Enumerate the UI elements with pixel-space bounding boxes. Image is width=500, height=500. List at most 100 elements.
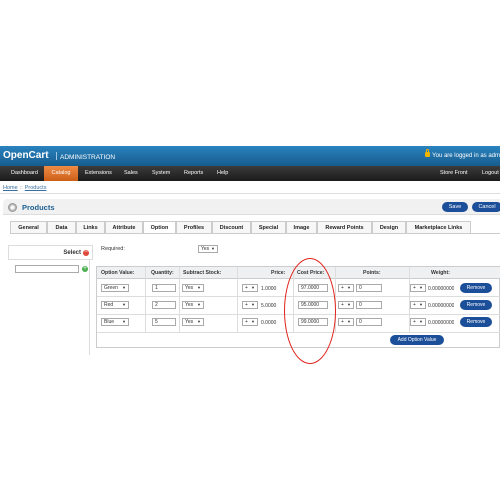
tab-attribute[interactable]: Attribute [105, 221, 143, 233]
subtract-select[interactable]: Yes ▼ [182, 284, 204, 292]
points-prefix-select[interactable]: + ▼ [338, 301, 354, 309]
breadcrumb: Home:: Products [3, 185, 47, 191]
option-value-text: Green [104, 285, 118, 291]
tab-reward-points[interactable]: Reward Points [317, 221, 372, 233]
chevron-down-icon: ▼ [347, 319, 351, 324]
page-heading: Products Save Cancel [3, 199, 500, 215]
option-search-input[interactable] [15, 265, 79, 273]
main-menu: Dashboard Catalog Extensions Sales Syste… [0, 166, 500, 181]
required-select-value: Yes [201, 246, 210, 252]
weight-prefix-value: + [413, 319, 416, 325]
option-value-select[interactable]: Blue ▼ [101, 318, 129, 326]
weight-prefix-value: + [413, 285, 416, 291]
page-title: Products [22, 203, 55, 212]
subtract-select[interactable]: Yes ▼ [182, 318, 204, 326]
remove-button[interactable]: Remove [460, 300, 492, 310]
chevron-down-icon: ▼ [251, 302, 255, 307]
weight-prefix-select[interactable]: + ▼ [410, 284, 426, 292]
tab-profiles[interactable]: Profiles [176, 221, 212, 233]
option-value-select[interactable]: Red ▼ [101, 301, 129, 309]
weight-prefix-value: + [413, 302, 416, 308]
tab-data[interactable]: Data [47, 221, 76, 233]
price-prefix-select[interactable]: + ▼ [242, 301, 258, 309]
price-prefix-select[interactable]: + ▼ [242, 318, 258, 326]
col-divider [145, 267, 146, 333]
menu-system[interactable]: System [148, 166, 174, 181]
remove-button[interactable]: Remove [460, 283, 492, 293]
admin-subtitle-text: ADMINISTRATION [60, 154, 116, 161]
points-input[interactable]: 0 [356, 318, 382, 326]
menu-sales[interactable]: Sales [120, 166, 142, 181]
price-prefix-value: + [245, 302, 248, 308]
points-prefix-value: + [341, 302, 344, 308]
menu-extensions[interactable]: Extensions [81, 166, 116, 181]
tab-links[interactable]: Links [76, 221, 105, 233]
quantity-input[interactable]: 1 [152, 284, 176, 292]
subtract-value: Yes [185, 319, 194, 325]
option-value-select[interactable]: Green ▼ [101, 284, 129, 292]
option-select-row[interactable]: Select − [8, 245, 93, 260]
points-prefix-select[interactable]: + ▼ [338, 284, 354, 292]
add-option-icon[interactable]: + [82, 266, 88, 272]
chevron-down-icon: ▼ [211, 246, 215, 251]
quantity-input[interactable]: 5 [152, 318, 176, 326]
price-prefix-value: + [245, 319, 248, 325]
tab-divider [10, 233, 500, 234]
price-value: 1.0000 [261, 286, 277, 292]
points-input[interactable]: 0 [356, 284, 382, 292]
chevron-down-icon: ▼ [197, 285, 201, 290]
option-value-text: Red [104, 302, 114, 308]
price-prefix-value: + [245, 285, 248, 291]
quantity-input[interactable]: 2 [152, 301, 176, 309]
tab-special[interactable]: Special [251, 221, 286, 233]
cancel-button[interactable]: Cancel [472, 202, 500, 212]
logged-in-status: You are logged in as adm [425, 149, 500, 159]
select-label: Select [63, 250, 81, 256]
tab-general[interactable]: General [10, 221, 47, 233]
weight-value: 0.00000000 [428, 286, 454, 292]
points-input[interactable]: 0 [356, 301, 382, 309]
menu-store-front[interactable]: Store Front [436, 166, 472, 181]
chevron-down-icon: ▼ [251, 285, 255, 290]
option-value-text: Blue [104, 319, 115, 325]
menu-help[interactable]: Help [213, 166, 232, 181]
points-prefix-value: + [341, 285, 344, 291]
breadcrumb-products[interactable]: Products [25, 185, 47, 191]
header-option-value: Option Value: [101, 270, 135, 276]
weight-prefix-select[interactable]: + ▼ [410, 301, 426, 309]
tab-image[interactable]: Image [286, 221, 317, 233]
menu-dashboard[interactable]: Dashboard [7, 166, 42, 181]
header-weight: Weight: [431, 270, 450, 276]
weight-value: 0.00000000 [428, 320, 454, 326]
tab-option[interactable]: Option [143, 221, 176, 233]
tab-marketplace-links[interactable]: Marketplace Links [406, 221, 471, 233]
required-select[interactable]: Yes ▼ [198, 245, 218, 253]
price-value: 5.0000 [261, 303, 277, 309]
tab-design[interactable]: Design [372, 221, 406, 233]
lock-icon [425, 149, 431, 157]
subtract-value: Yes [185, 285, 194, 291]
weight-prefix-select[interactable]: + ▼ [410, 318, 426, 326]
header-price: Price: [271, 270, 286, 276]
header-subtract: Subtract Stock: [183, 270, 222, 276]
chevron-down-icon: ▼ [347, 302, 351, 307]
chevron-down-icon: ▼ [419, 302, 423, 307]
subtract-select[interactable]: Yes ▼ [182, 301, 204, 309]
menu-reports[interactable]: Reports [180, 166, 207, 181]
remove-option-icon[interactable]: − [83, 249, 89, 256]
price-value: 0.0000 [261, 320, 277, 326]
product-icon [8, 203, 17, 212]
remove-button[interactable]: Remove [460, 317, 492, 327]
admin-subtitle: ADMINISTRATION [56, 152, 115, 161]
points-prefix-select[interactable]: + ▼ [338, 318, 354, 326]
admin-header: OpenCart ADMINISTRATION You are logged i… [0, 146, 500, 166]
menu-catalog[interactable]: Catalog [44, 166, 78, 181]
menu-logout[interactable]: Logout [478, 166, 500, 181]
save-button[interactable]: Save [442, 202, 468, 212]
required-label: Required: [101, 246, 125, 252]
breadcrumb-home[interactable]: Home [3, 185, 18, 191]
chevron-down-icon: ▼ [197, 319, 201, 324]
price-prefix-select[interactable]: + ▼ [242, 284, 258, 292]
add-option-value-button[interactable]: Add Option Value [390, 335, 444, 345]
tab-discount[interactable]: Discount [212, 221, 251, 233]
